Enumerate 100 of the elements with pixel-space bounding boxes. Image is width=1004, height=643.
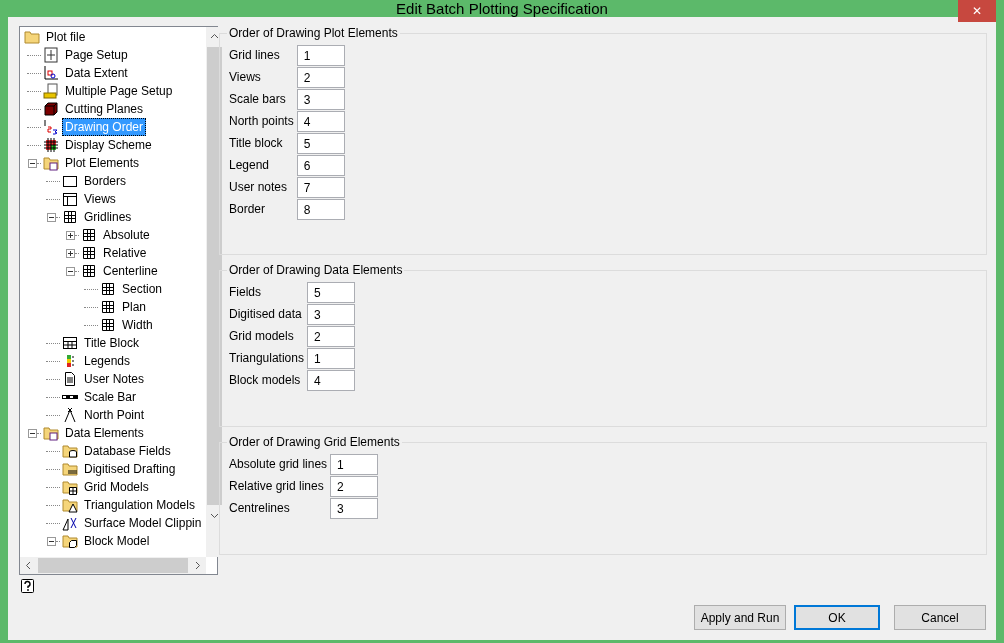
folder-icon: [43, 425, 59, 441]
tree-item[interactable]: Width: [119, 316, 156, 334]
field-label: Views: [229, 69, 262, 84]
order-input[interactable]: 2: [330, 476, 379, 497]
scroll-down-icon[interactable]: [210, 513, 219, 519]
tree-item[interactable]: Centerline: [100, 262, 161, 280]
order-input[interactable]: 4: [296, 111, 345, 132]
tree-item[interactable]: Legends: [81, 352, 134, 370]
collapse-toggle[interactable]: [66, 266, 75, 276]
field-label: Fields: [229, 284, 262, 299]
cube-icon: [43, 101, 59, 117]
vertical-scrollbar[interactable]: [206, 27, 223, 557]
tree-item[interactable]: Digitised Drafting: [81, 460, 179, 478]
tree-item[interactable]: Display Scheme: [62, 136, 155, 154]
grid-folder-icon: [62, 479, 78, 495]
scroll-left-icon[interactable]: [25, 561, 31, 570]
field-label: Digitised data: [229, 306, 303, 321]
tree-item[interactable]: Absolute: [100, 226, 153, 244]
field-label: North points: [229, 113, 294, 128]
horizontal-scrollbar[interactable]: [20, 557, 206, 574]
collapse-toggle[interactable]: [28, 428, 37, 438]
folder-icon: [24, 29, 40, 45]
multiple-pages-icon: [43, 83, 59, 99]
field-label: Centrelines: [229, 500, 291, 515]
order-input[interactable]: 3: [330, 498, 379, 519]
order-input[interactable]: 3: [296, 89, 345, 110]
tree-item[interactable]: Relative: [100, 244, 150, 262]
drafting-folder-icon: [62, 461, 78, 477]
collapse-toggle[interactable]: [47, 536, 56, 546]
data-extent-icon: [43, 65, 59, 81]
tree-item[interactable]: North Point: [81, 406, 148, 424]
window-title: Edit Batch Plotting Specification: [396, 0, 608, 17]
expand-toggle[interactable]: [66, 230, 75, 240]
field-label: Block models: [229, 372, 302, 387]
order-input[interactable]: 2: [296, 67, 345, 88]
tree-item[interactable]: Block Model: [81, 532, 153, 550]
tree-item[interactable]: Multiple Page Setup: [62, 82, 176, 100]
title-block-icon: [62, 335, 78, 351]
group-title: Order of Drawing Plot Elements: [227, 26, 400, 40]
views-icon: [62, 191, 78, 207]
tree-item[interactable]: Borders: [81, 172, 130, 190]
order-input[interactable]: 5: [296, 133, 345, 154]
order-input[interactable]: 5: [306, 282, 355, 303]
dialog-button[interactable]: OK: [794, 605, 880, 630]
grid-icon: [81, 227, 97, 243]
tree-item[interactable]: Section: [119, 280, 166, 298]
grid-icon: [100, 299, 116, 315]
order-input[interactable]: 1: [330, 454, 379, 475]
tree-item[interactable]: Surface Model Clippin: [81, 514, 205, 532]
order-icon: [43, 119, 59, 135]
tree-item[interactable]: Data Elements: [62, 424, 147, 442]
tree-item[interactable]: Gridlines: [81, 208, 135, 226]
dialog-button[interactable]: Cancel: [894, 605, 986, 630]
field-label: Legend: [229, 157, 271, 172]
tree-item[interactable]: Views: [81, 190, 119, 208]
scroll-up-icon[interactable]: [210, 33, 219, 39]
tree-item[interactable]: Scale Bar: [81, 388, 140, 406]
field-label: Scale bars: [229, 91, 287, 106]
tree-item[interactable]: Database Fields: [81, 442, 174, 460]
order-input[interactable]: 1: [296, 45, 345, 66]
field-label: Relative grid lines: [229, 478, 325, 493]
order-input[interactable]: 8: [296, 199, 345, 220]
help-icon[interactable]: [21, 579, 35, 595]
order-input[interactable]: 7: [296, 177, 345, 198]
field-label: Grid lines: [229, 47, 281, 62]
scissors-icon: [62, 515, 78, 531]
field-label: User notes: [229, 179, 289, 194]
field-label: Border: [229, 201, 267, 216]
dialog-button[interactable]: Apply and Run: [694, 605, 786, 630]
grid-icon: [81, 245, 97, 261]
tree-item[interactable]: Plot Elements: [62, 154, 143, 172]
tree-item[interactable]: Data Extent: [62, 64, 131, 82]
expand-toggle[interactable]: [66, 248, 75, 258]
color-grid-icon: [43, 137, 59, 153]
tree-item[interactable]: Grid Models: [81, 478, 152, 496]
tree-item[interactable]: Title Block: [81, 334, 142, 352]
order-input[interactable]: 2: [306, 326, 355, 347]
document-icon: [62, 371, 78, 387]
tree-item[interactable]: Page Setup: [62, 46, 131, 64]
tree-item[interactable]: Triangulation Models: [81, 496, 198, 514]
order-input[interactable]: 1: [306, 348, 355, 369]
group-title: Order of Drawing Grid Elements: [227, 435, 402, 449]
border-icon: [62, 173, 78, 189]
collapse-toggle[interactable]: [47, 212, 56, 222]
order-input[interactable]: 3: [306, 304, 355, 325]
field-label: Grid models: [229, 328, 295, 343]
tree-item[interactable]: Plot file: [43, 28, 89, 46]
group-title: Order of Drawing Data Elements: [227, 263, 405, 277]
grid-icon: [81, 263, 97, 279]
order-input[interactable]: 6: [296, 155, 345, 176]
close-button[interactable]: ✕: [958, 0, 996, 22]
tree-item[interactable]: Plan: [119, 298, 150, 316]
scroll-right-icon[interactable]: [195, 561, 201, 570]
collapse-toggle[interactable]: [28, 158, 37, 168]
field-label: Title block: [229, 135, 284, 150]
grid-icon: [100, 281, 116, 297]
grid-icon: [100, 317, 116, 333]
tree-item[interactable]: Cutting Planes: [62, 100, 147, 118]
tree-item[interactable]: User Notes: [81, 370, 148, 388]
order-input[interactable]: 4: [306, 370, 355, 391]
